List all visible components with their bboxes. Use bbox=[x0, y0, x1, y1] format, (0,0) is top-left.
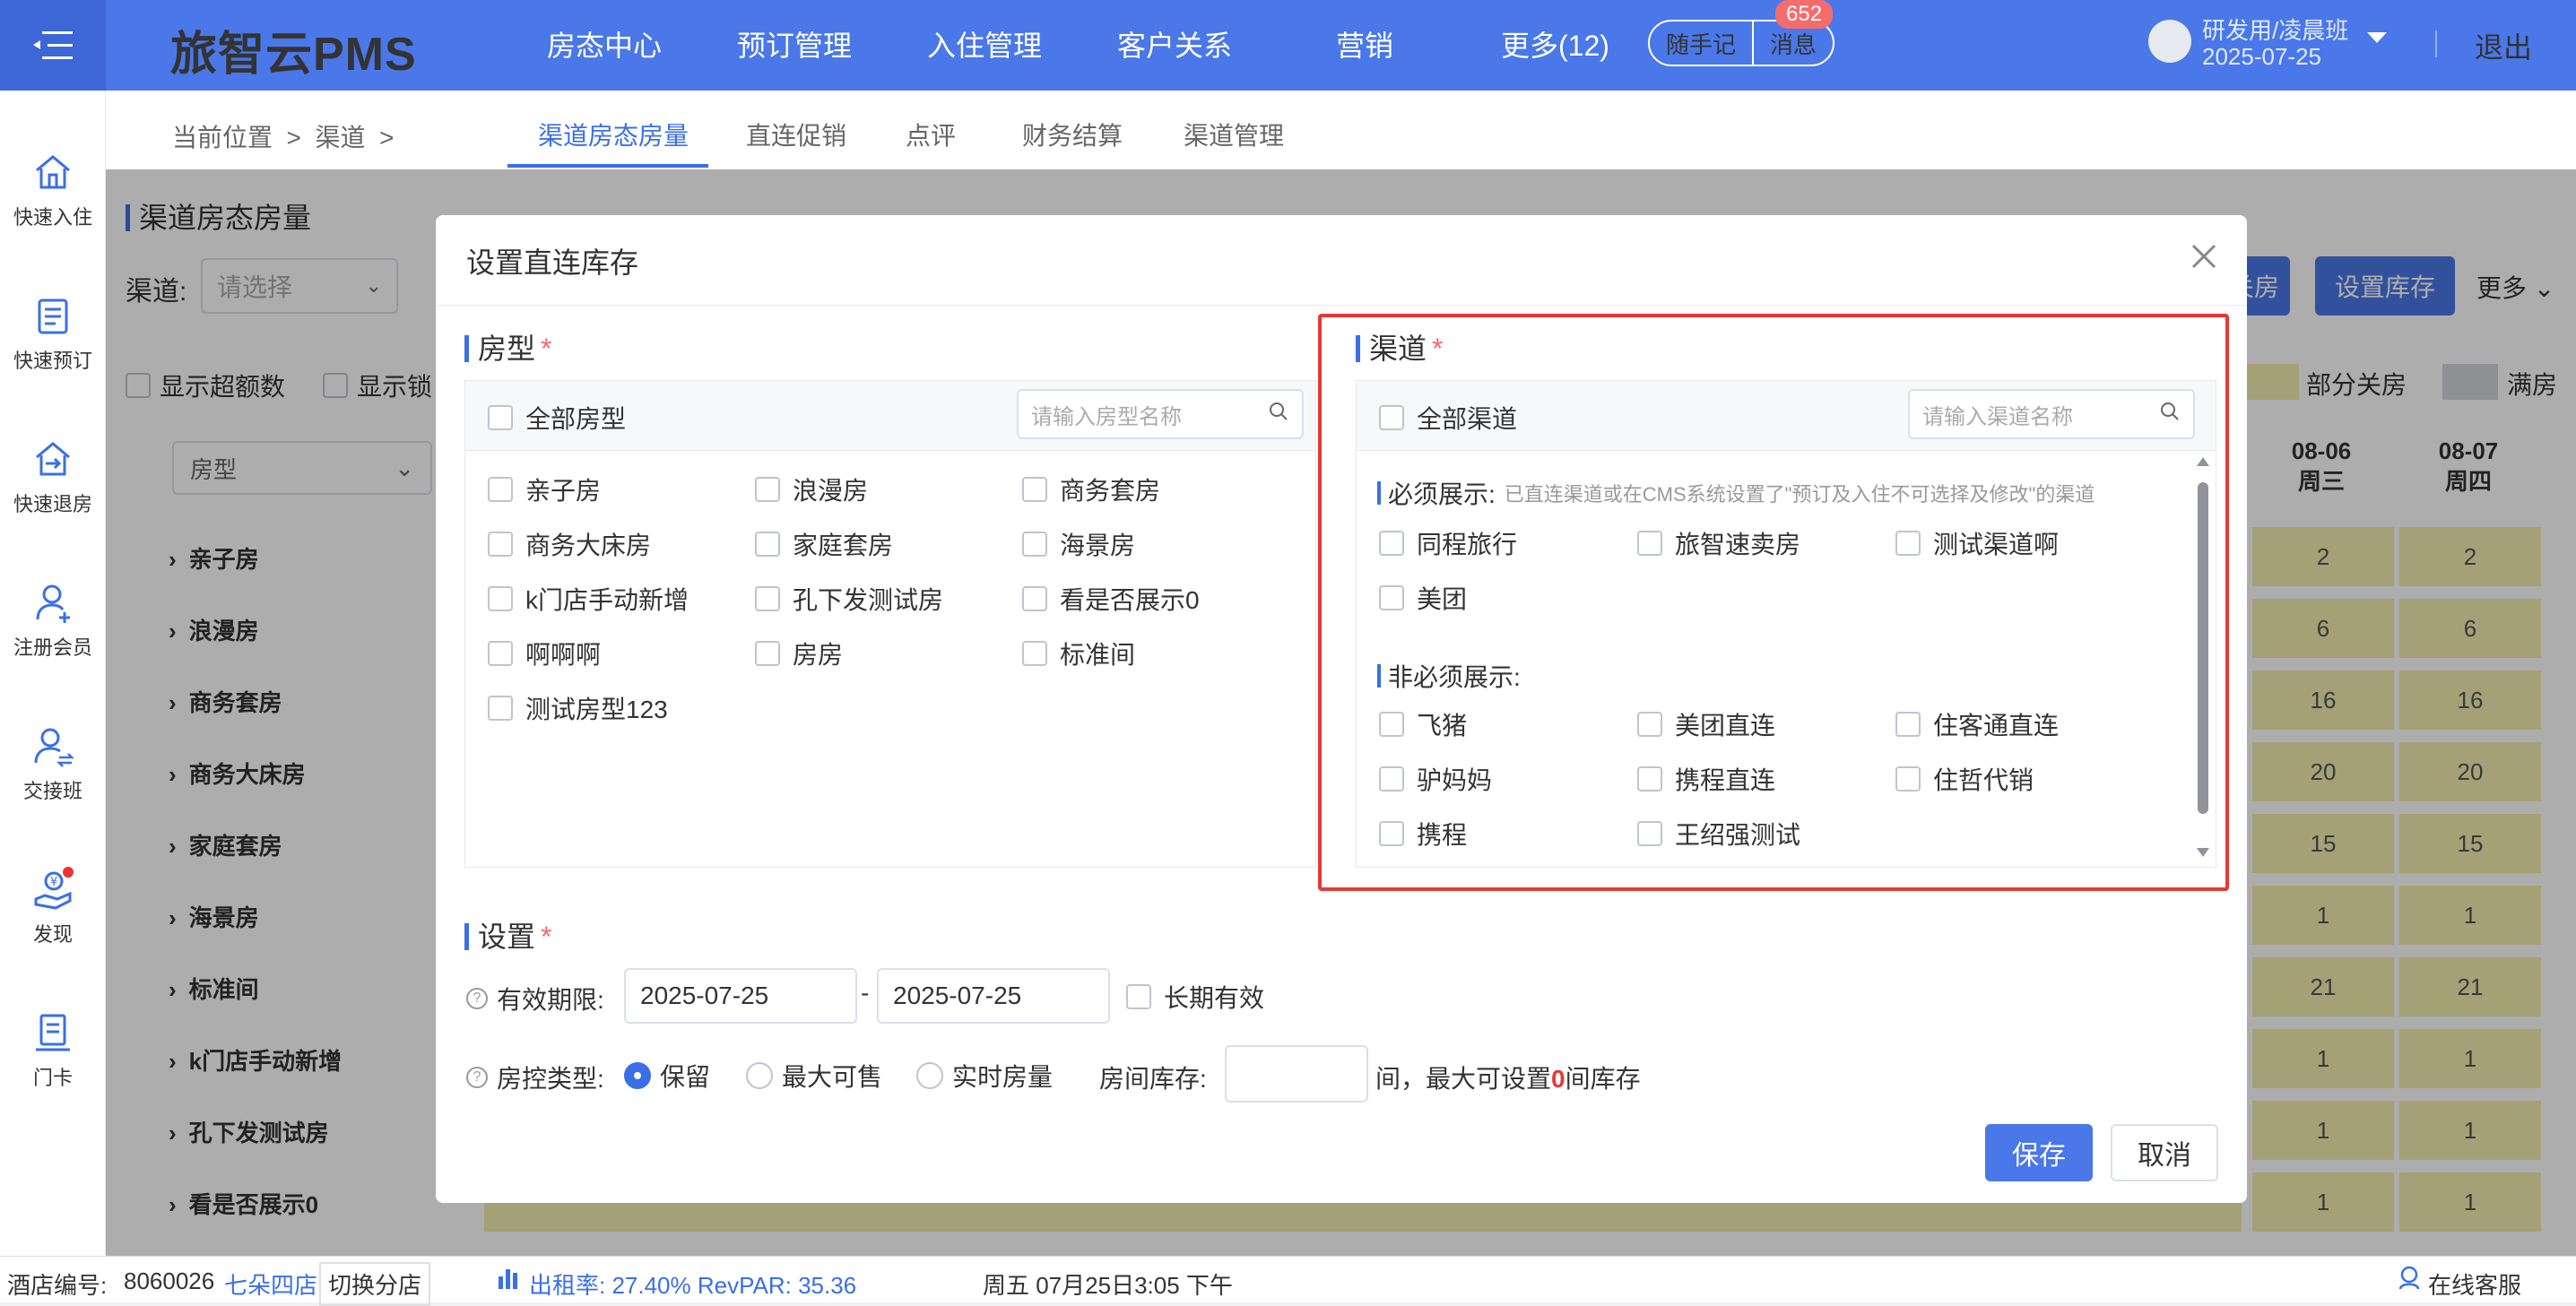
sidebar-item-label: 交接班 bbox=[22, 780, 82, 802]
control-radio-max-sellable[interactable]: 最大可售 bbox=[746, 1058, 882, 1094]
all-roomtypes-checkbox[interactable]: 全部房型 bbox=[488, 400, 626, 436]
roomtype-checkbox[interactable]: 浪漫房 bbox=[755, 471, 868, 507]
long-term-checkbox[interactable]: 长期有效 bbox=[1126, 979, 1264, 1015]
sidebar-item-shift-handover[interactable]: 交接班 bbox=[0, 723, 106, 804]
control-type-label: ? 房控类型: bbox=[466, 1060, 604, 1095]
status-bar: 酒店编号: 8060026 七朵四店 切换分店 出租率: 27.40% RevP… bbox=[0, 1256, 2576, 1306]
left-sidebar: 快速入住 快速预订 快速退房 注册会员 交接班 ¥ 发现 门卡 bbox=[0, 91, 106, 1256]
user-name[interactable]: 研发用/凌晨班 bbox=[2202, 13, 2348, 46]
stock-max-hint: 间，最大可设置0间库存 bbox=[1375, 1065, 1641, 1093]
quick-note-button[interactable]: 随手记 bbox=[1650, 27, 1752, 60]
sidebar-item-quick-booking[interactable]: 快速预订 bbox=[0, 293, 106, 374]
hotel-number: 8060026 bbox=[124, 1267, 215, 1294]
settings-section-title: 设置 * bbox=[464, 914, 551, 956]
user-avatar[interactable] bbox=[2148, 20, 2191, 63]
customer-service-icon bbox=[2396, 1264, 2423, 1297]
roomtype-checkbox[interactable]: 标准间 bbox=[1022, 636, 1135, 671]
logout-button[interactable]: 退出 bbox=[2475, 25, 2532, 66]
stock-label: 房间库存: bbox=[1099, 1065, 1207, 1093]
sidebar-item-label: 快速入住 bbox=[13, 206, 92, 229]
search-icon bbox=[1268, 401, 1289, 428]
checkout-icon bbox=[30, 437, 75, 481]
close-icon[interactable] bbox=[2188, 240, 2220, 272]
sidebar-item-register-member[interactable]: 注册会员 bbox=[0, 580, 106, 661]
business-date: 2025-07-25 bbox=[2202, 43, 2321, 70]
topbar-divider bbox=[2435, 30, 2437, 57]
roomtype-checkbox[interactable]: 商务套房 bbox=[1022, 471, 1160, 507]
date-range-separator: - bbox=[861, 979, 870, 1007]
user-dropdown-caret-icon[interactable] bbox=[2367, 32, 2387, 43]
occupancy-stats: 出租率: 27.40% RevPAR: 35.36 bbox=[529, 1272, 857, 1299]
roomtype-section-title: 房型 * bbox=[464, 326, 551, 368]
roomtype-panel bbox=[464, 380, 1316, 868]
sidebar-item-label: 门卡 bbox=[32, 1067, 73, 1089]
cancel-button[interactable]: 取消 bbox=[2111, 1124, 2218, 1181]
sidebar-item-label: 发现 bbox=[32, 923, 73, 946]
end-date-input[interactable]: 2025-07-25 bbox=[877, 968, 1110, 1024]
breadcrumb: 当前位置 > 渠道 > bbox=[172, 124, 395, 151]
sidebar-item-door-card[interactable]: 门卡 bbox=[0, 1010, 106, 1091]
messages-button[interactable]: 消息 bbox=[1754, 27, 1833, 60]
tab-channel-room-status[interactable]: 渠道房态房量 bbox=[538, 117, 689, 152]
tab-direct-promotion[interactable]: 直连促销 bbox=[746, 117, 846, 152]
modal-title: 设置直连库存 bbox=[466, 246, 639, 279]
roomtype-checkbox[interactable]: 看是否展示0 bbox=[1022, 581, 1200, 617]
channel-highlight-box bbox=[1318, 314, 2229, 891]
nav-customer-relations[interactable]: 客户关系 bbox=[1117, 23, 1232, 65]
door-card-icon bbox=[30, 1010, 75, 1055]
home-icon bbox=[30, 150, 75, 195]
roomtype-checkbox[interactable]: 测试房型123 bbox=[488, 690, 668, 726]
stock-max-value: 0 bbox=[1551, 1065, 1566, 1093]
bar-chart-icon bbox=[495, 1264, 522, 1297]
active-tab-indicator bbox=[507, 164, 708, 168]
online-service-link[interactable]: 在线客服 bbox=[2428, 1267, 2521, 1301]
sidebar-item-quick-checkout[interactable]: 快速退房 bbox=[0, 437, 106, 517]
control-radio-realtime[interactable]: 实时房量 bbox=[916, 1058, 1053, 1094]
roomtype-checkbox[interactable]: 海景房 bbox=[1022, 526, 1135, 562]
brand-logo-text: 旅智云PMS bbox=[170, 29, 417, 81]
svg-text:¥: ¥ bbox=[50, 876, 57, 889]
roomtype-search-input[interactable]: 请输入房型名称 bbox=[1017, 389, 1304, 439]
tab-channel-management[interactable]: 渠道管理 bbox=[1184, 117, 1284, 152]
sub-header bbox=[106, 91, 2576, 169]
discover-icon: ¥ bbox=[30, 867, 75, 912]
control-radio-reserve[interactable]: 保留 bbox=[624, 1058, 710, 1094]
tab-reviews[interactable]: 点评 bbox=[906, 117, 956, 152]
nav-reservation-management[interactable]: 预订管理 bbox=[737, 23, 852, 65]
roomtype-checkbox[interactable]: 商务大床房 bbox=[488, 526, 651, 562]
start-date-input[interactable]: 2025-07-25 bbox=[624, 968, 857, 1024]
switch-branch-button[interactable]: 切换分店 bbox=[319, 1262, 431, 1306]
roomtype-checkbox[interactable]: k门店手动新增 bbox=[488, 581, 689, 617]
hotel-name: 七朵四店 bbox=[224, 1272, 318, 1299]
sidebar-item-quick-checkin[interactable]: 快速入住 bbox=[0, 150, 106, 230]
roomtype-checkbox[interactable]: 亲子房 bbox=[488, 471, 601, 507]
hamburger-menu-icon bbox=[33, 30, 73, 59]
validity-label: ? 有效期限: bbox=[466, 981, 604, 1016]
question-icon: ? bbox=[466, 988, 488, 1009]
sidebar-item-label: 注册会员 bbox=[13, 636, 92, 659]
hotel-number-label: 酒店编号: bbox=[7, 1272, 108, 1299]
message-count-badge: 652 bbox=[1775, 0, 1834, 29]
sidebar-item-label: 快速预订 bbox=[13, 350, 92, 372]
modal-header-divider bbox=[436, 305, 2247, 306]
roomtype-checkbox[interactable]: 孔下发测试房 bbox=[755, 581, 943, 617]
nav-room-status-center[interactable]: 房态中心 bbox=[547, 23, 662, 65]
sidebar-item-label: 快速退房 bbox=[13, 493, 92, 515]
question-icon: ? bbox=[466, 1067, 488, 1088]
nav-marketing[interactable]: 营销 bbox=[1336, 23, 1393, 65]
nav-checkin-management[interactable]: 入住管理 bbox=[927, 23, 1042, 65]
shift-handover-icon bbox=[30, 723, 75, 768]
roomtype-checkbox[interactable]: 啊啊啊 bbox=[488, 636, 601, 671]
room-stock-input[interactable] bbox=[1225, 1045, 1368, 1103]
sidebar-item-discover[interactable]: ¥ 发现 bbox=[0, 867, 106, 947]
save-button[interactable]: 保存 bbox=[1985, 1124, 2093, 1181]
menu-toggle-button[interactable] bbox=[0, 0, 106, 91]
add-member-icon bbox=[30, 580, 75, 625]
roomtype-checkbox[interactable]: 房房 bbox=[755, 636, 843, 671]
tab-finance-settlement[interactable]: 财务结算 bbox=[1022, 117, 1123, 152]
roomtype-checkbox[interactable]: 家庭套房 bbox=[755, 526, 893, 562]
booking-icon bbox=[30, 293, 75, 338]
current-datetime: 周五 07月25日3:05 下午 bbox=[983, 1272, 1233, 1299]
nav-more[interactable]: 更多(12) bbox=[1501, 23, 1609, 65]
